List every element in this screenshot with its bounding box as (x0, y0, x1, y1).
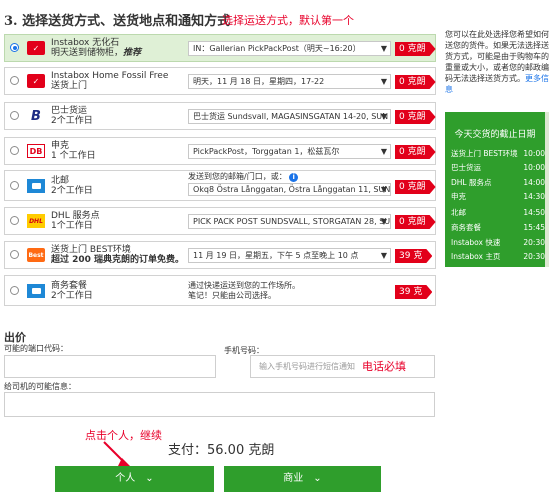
option-subtitle: 送货上门 (51, 81, 88, 91)
option-subtitle: 1 个工作日 (51, 151, 96, 161)
business-button-label: 商业 (283, 473, 304, 484)
delivery-note: 通过快递运送到您的工作场所。 (188, 281, 300, 290)
pickup-point-select[interactable]: PICK PACK POST SUNDSVALL, STORGATAN 28, … (188, 214, 391, 229)
option-subtitle: 2个工作日 (51, 116, 93, 126)
option-name: Instabox 无化石 (51, 38, 120, 48)
annotation-select-shipping: 选择运送方式，默认第一个 (222, 14, 354, 27)
phone-input[interactable]: 输入手机号码进行短信通知 (250, 355, 435, 378)
cutoff-row: Instabox 主页 20:30 (451, 252, 545, 261)
radio-button[interactable] (10, 146, 19, 155)
driver-message-input[interactable] (4, 392, 435, 417)
option-name: 送货上门 BEST环境 (51, 245, 131, 255)
option-subtitle: 2个工作日 (51, 291, 93, 301)
cutoff-title: 今天交货的截止日期 (454, 130, 536, 140)
pickup-point-select[interactable]: 巴士货运 Sundsvall, MAGASINSGATAN 14-20, SUN… (188, 109, 391, 124)
price-badge: 0 克朗 (395, 215, 436, 229)
cutoff-row: 送货上门 BEST环境 10:00 (451, 149, 545, 158)
shipping-option-best[interactable]: Best 送货上门 BEST环境 超过 200 瑞典克朗的订单免费。 11 月 … (4, 241, 436, 269)
dhl-logo-icon: DHL (27, 214, 45, 228)
delivery-time-select[interactable]: 11 月 19 日，星期五，下午 5 点至晚上 10 点 ▼ (188, 248, 391, 263)
option-subtitle: 2个工作日 (51, 186, 93, 196)
chevron-down-icon: ▼ (380, 251, 387, 260)
cutoff-row: 商务套餐 15:45 (451, 223, 545, 232)
shipping-info-text: 您可以在此处选择您希望如何送您的货件。如果无法选择送货方式，可能是由于购物车的重… (445, 30, 549, 94)
radio-button[interactable] (10, 216, 19, 225)
shipping-option-bussgods[interactable]: B 巴士货运 2个工作日 巴士货运 Sundsvall, MAGASINSGAT… (4, 102, 436, 130)
radio-button[interactable] (10, 76, 19, 85)
door-code-input[interactable] (4, 355, 216, 378)
chevron-down-icon: ▼ (380, 147, 387, 156)
shipping-option-schenker[interactable]: DB 申克 1 个工作日 PickPackPost，Torggatan 1，松兹… (4, 137, 436, 165)
option-name: 申克 (51, 141, 70, 151)
option-subtitle: 明天送到储物柜，推荐 (51, 48, 142, 58)
cutoff-row: 申克 14:30 (451, 192, 545, 201)
annotation-phone-required: 电话必填 (362, 360, 406, 373)
pickup-point-select[interactable]: IN：Gallerian PickPackPost（明天~16:20） ▼ (188, 41, 391, 56)
door-code-label: 可能的端口代码： (4, 344, 68, 353)
shipping-option-business-package[interactable]: 商务套餐 2个工作日 通过快递运送到您的工作场所。 笔记！只能由公司选择。 39… (4, 275, 436, 306)
cutoff-row: 巴士货运 10:00 (451, 163, 545, 172)
price-badge: 0 克朗 (395, 75, 436, 89)
cutoff-row: Instabox 快速 20:30 (451, 238, 545, 247)
option-name: DHL 服务点 (51, 211, 100, 221)
private-button[interactable]: 个人 ⌄ (55, 466, 214, 492)
phone-placeholder: 输入手机号码进行短信通知 (259, 362, 355, 371)
payment-total: 支付：56.00 克朗 (168, 443, 275, 458)
radio-button[interactable] (10, 43, 19, 52)
pickup-point-select[interactable]: Okq8 Östra Långgatan, Östra Långgatan 11… (188, 183, 391, 196)
chevron-down-icon: ▼ (380, 112, 387, 121)
business-button[interactable]: 商业 ⌄ (224, 466, 381, 492)
option-subtitle: 1个工作日 (51, 221, 93, 231)
chevron-down-icon: ▼ (380, 44, 387, 53)
postnord-logo-icon (27, 179, 45, 193)
chevron-down-icon: ▼ (380, 185, 387, 194)
radio-button[interactable] (10, 181, 19, 190)
delivery-time-select[interactable]: 明天，11 月 18 日，星期四，17-22 ▼ (188, 74, 391, 89)
chevron-down-icon: ▼ (380, 77, 387, 86)
radio-button[interactable] (10, 250, 19, 259)
chevron-down-icon: ⌄ (145, 473, 154, 484)
delivery-note-2: 笔记！只能由公司选择。 (188, 291, 276, 300)
business-package-icon (27, 284, 45, 298)
chevron-down-icon: ▼ (380, 217, 387, 226)
price-badge: 39 克 (395, 249, 432, 263)
radio-button[interactable] (10, 286, 19, 295)
driver-message-label: 给司机的可能信息： (4, 382, 76, 391)
shipping-option-instabox-home[interactable]: ✓ Instabox Home Fossil Free 送货上门 明天，11 月… (4, 67, 436, 95)
private-button-label: 个人 (115, 473, 136, 484)
instabox-logo-icon: ✓ (27, 74, 45, 88)
cutoff-row: 北邮 14:50 (451, 208, 545, 217)
chevron-down-icon: ⌄ (313, 473, 322, 484)
shipping-option-dhl[interactable]: DHL DHL 服务点 1个工作日 PICK PACK POST SUNDSVA… (4, 207, 436, 235)
price-badge: 39 克 (395, 285, 432, 299)
shipping-option-instabox[interactable]: ✓ Instabox 无化石 明天送到储物柜，推荐 IN：Gallerian P… (4, 34, 436, 62)
cutoff-times-panel: 今天交货的截止日期 送货上门 BEST环境 10:00 巴士货运 10:00 DHL… (445, 112, 549, 267)
shipping-option-postnord[interactable]: 北邮 2个工作日 发送到您的邮箱/门口，或： i Okq8 Östra Lång… (4, 170, 436, 201)
option-name: Instabox Home Fossil Free (51, 71, 169, 81)
option-name: 商务套餐 (51, 281, 88, 291)
best-logo-icon: Best (27, 248, 45, 262)
bussgods-logo-icon: B (31, 108, 41, 124)
price-badge: 0 克朗 (395, 180, 436, 194)
price-badge: 0 克朗 (395, 145, 436, 159)
instabox-logo-icon: ✓ (27, 41, 45, 55)
delivery-note: 发送到您的邮箱/门口，或： i (188, 172, 388, 182)
db-schenker-logo-icon: DB (27, 144, 45, 158)
info-icon[interactable]: i (289, 173, 299, 182)
pickup-point-select[interactable]: PickPackPost，Torggatan 1，松兹瓦尔 ▼ (188, 144, 391, 159)
radio-button[interactable] (10, 111, 19, 120)
option-name: 巴士货运 (51, 106, 88, 116)
price-badge: 0 克朗 (395, 42, 436, 56)
price-badge: 0 克朗 (395, 110, 436, 124)
cutoff-row: DHL 服务点 14:00 (451, 178, 545, 187)
section-title: 3. 选择送货方式、送货地点和通知方式 (4, 14, 231, 29)
option-name: 北邮 (51, 176, 70, 186)
option-subtitle: 超过 200 瑞典克朗的订单免费。 (51, 255, 185, 265)
